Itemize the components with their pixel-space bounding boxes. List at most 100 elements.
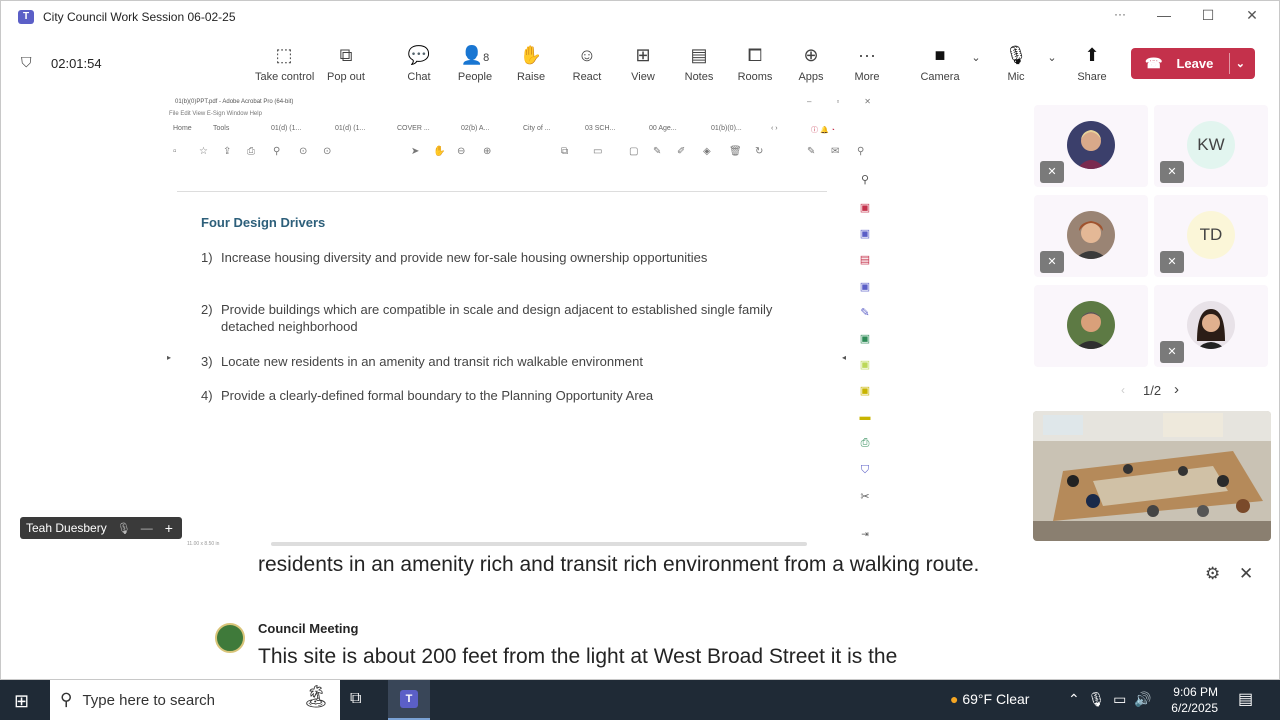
avatar: TD <box>1187 211 1235 259</box>
teams-icon: T <box>400 690 418 708</box>
view-button[interactable]: ⊞ View <box>613 43 673 83</box>
pop-out-button[interactable]: ⧉ Pop out <box>316 43 376 83</box>
weather-icon: ● <box>950 691 959 707</box>
minimize-button[interactable]: — <box>1149 7 1179 23</box>
avatar <box>1067 121 1115 169</box>
mail-icon: ✉ <box>831 146 840 157</box>
more-options-icon[interactable]: ··· <box>1105 7 1135 21</box>
notification-icon[interactable]: ▤ <box>1238 689 1253 709</box>
star-icon: ☆ <box>199 146 208 157</box>
caption-speaker-name: Council Meeting <box>258 621 359 636</box>
sign-icon: ✐ <box>677 146 686 157</box>
edit-icon: ✎ <box>807 146 816 157</box>
view-icon: ⊞ <box>635 45 651 65</box>
compress-icon: ▣ <box>859 359 871 371</box>
notes-button[interactable]: ▤ Notes <box>669 43 729 83</box>
caption-speaker-avatar <box>215 623 245 653</box>
windows-start-icon[interactable]: ⊞ <box>14 691 29 712</box>
acrobat-tab: 02(b) A... <box>461 125 490 132</box>
close-button[interactable]: ✕ <box>1237 7 1267 24</box>
mic-icon: 🎙 <box>1004 45 1028 65</box>
hammock-icon: 🏝 <box>302 684 330 709</box>
participant-tile[interactable] <box>1034 285 1148 367</box>
pop-out-icon: ⧉ <box>339 45 353 65</box>
participant-tile[interactable]: ✕ <box>1034 195 1148 277</box>
collapse-panel-icon: ⇥ <box>861 529 869 539</box>
rooms-button[interactable]: ⧠ Rooms <box>725 43 785 83</box>
leave-button[interactable]: ☎ Leave ⌄ <box>1131 48 1255 79</box>
zoom-icon: ⚲ <box>273 146 281 157</box>
search-icon: ⚲ <box>860 174 870 186</box>
page-down-icon: ⊙ <box>323 146 332 157</box>
acrobat-toolbar: ▫ ☆ ⇪ ⎙ ⚲ ⊙ ⊙ ➤ ✋ ⊖ ⊕ ⧉ ▭ ▢ ✎ ✐ ◈ 🗑 ↻ ✎ … <box>171 146 871 162</box>
apps-button[interactable]: ⊕ Apps <box>781 43 841 83</box>
search-icon: ⚲ <box>60 690 73 709</box>
protect-icon: ⛉ <box>860 464 870 476</box>
chat-icon: 💬 <box>407 45 431 65</box>
horizontal-scrollbar[interactable] <box>271 542 807 546</box>
mic-muted-icon: 🎙 <box>116 522 131 535</box>
comment-tool-icon: ▬ <box>859 411 871 423</box>
people-icon: 👤8 <box>460 45 490 65</box>
avatar <box>1067 301 1115 349</box>
slide-heading: Four Design Drivers <box>201 215 326 230</box>
participant-tile[interactable]: TD ✕ <box>1154 195 1268 277</box>
acrobat-tab: 00 Age... <box>649 125 677 132</box>
leave-options-chevron-icon[interactable]: ⌄ <box>1236 57 1245 70</box>
teams-meeting-window: T City Council Work Session 06-02-25 ···… <box>0 0 1280 680</box>
acrobat-window-controls: – ▫ ✕ <box>807 97 871 106</box>
window-title: City Council Work Session 06-02-25 <box>43 10 236 24</box>
gear-icon[interactable]: ⚙ <box>1205 564 1220 584</box>
stamp-icon: ◈ <box>703 146 711 157</box>
meeting-timer: 02:01:54 <box>51 56 102 71</box>
avatar <box>1067 211 1115 259</box>
react-button[interactable]: ☺ React <box>557 43 617 83</box>
take-control-icon: ⬚ <box>275 45 293 65</box>
camera-icon: ■ <box>934 45 946 65</box>
raise-hand-button[interactable]: ✋ Raise <box>501 43 561 83</box>
people-button[interactable]: 👤8 People <box>445 43 505 83</box>
minimize-icon[interactable]: — <box>141 521 153 535</box>
scan-icon: ▣ <box>859 385 871 397</box>
task-view-icon[interactable]: ⧉ <box>350 690 361 708</box>
next-page-icon[interactable]: › <box>1174 381 1179 398</box>
acrobat-tab: 01(d) (1... <box>271 125 302 132</box>
maximize-button[interactable]: ☐ <box>1193 7 1223 24</box>
muted-mic-icon: ✕ <box>1040 251 1064 273</box>
acrobat-tab-nav-icon: ‹ › <box>771 125 778 132</box>
search-input[interactable]: Type here to search <box>82 692 215 709</box>
camera-button[interactable]: ■ Camera <box>910 43 970 83</box>
page-up-icon: ⊙ <box>299 146 308 157</box>
participant-tile[interactable]: ✕ <box>1034 105 1148 187</box>
acrobat-tabs: Home Tools 01(d) (1... 01(d) (1... COVER… <box>171 125 871 137</box>
acrobat-tab: Tools <box>213 125 230 132</box>
taskbar-search[interactable]: ⚲ Type here to search 🏝 <box>50 680 340 720</box>
print-tool-icon: ⎙ <box>860 437 870 449</box>
more-button[interactable]: ··· More <box>837 43 897 83</box>
teams-taskbar-button[interactable]: T <box>388 680 430 720</box>
close-icon[interactable]: ✕ <box>1239 564 1253 584</box>
cursor-icon: ➤ <box>411 146 420 157</box>
edit-pdf-icon: ▣ <box>859 281 871 293</box>
chat-button[interactable]: 💬 Chat <box>389 43 449 83</box>
participant-tile[interactable]: ✕ <box>1154 285 1268 367</box>
share-button[interactable]: ⬆ Share <box>1062 43 1122 83</box>
page-size-label: 11.00 x 8.50 in <box>187 541 220 547</box>
search-tool-icon: ⚲ <box>857 146 865 157</box>
design-driver-item: 2) Provide buildings which are compatibl… <box>201 302 773 334</box>
mic-button[interactable]: 🎙 Mic <box>986 43 1046 83</box>
muted-mic-icon: ✕ <box>1160 161 1184 183</box>
acrobat-tab: City of ... <box>523 125 551 132</box>
system-tray[interactable]: ⌃ 🎙 ▭ 🔊 <box>1068 691 1152 708</box>
plus-icon[interactable]: + <box>165 520 173 536</box>
take-control-button[interactable]: ⬚ Take control <box>255 43 314 83</box>
participant-tile[interactable]: KW ✕ <box>1154 105 1268 187</box>
muted-mic-icon: ✕ <box>1160 341 1184 363</box>
delete-icon: 🗑 <box>729 146 742 157</box>
clock[interactable]: 9:06 PM 6/2/2025 <box>1168 684 1218 716</box>
prev-page-icon[interactable]: ‹ <box>1121 383 1125 397</box>
teams-logo-icon: T <box>18 10 34 24</box>
people-count: 8 <box>483 52 490 64</box>
weather-widget[interactable]: ● 69°F Clear <box>950 691 1029 707</box>
zoom-in-icon: ⊕ <box>483 146 492 157</box>
